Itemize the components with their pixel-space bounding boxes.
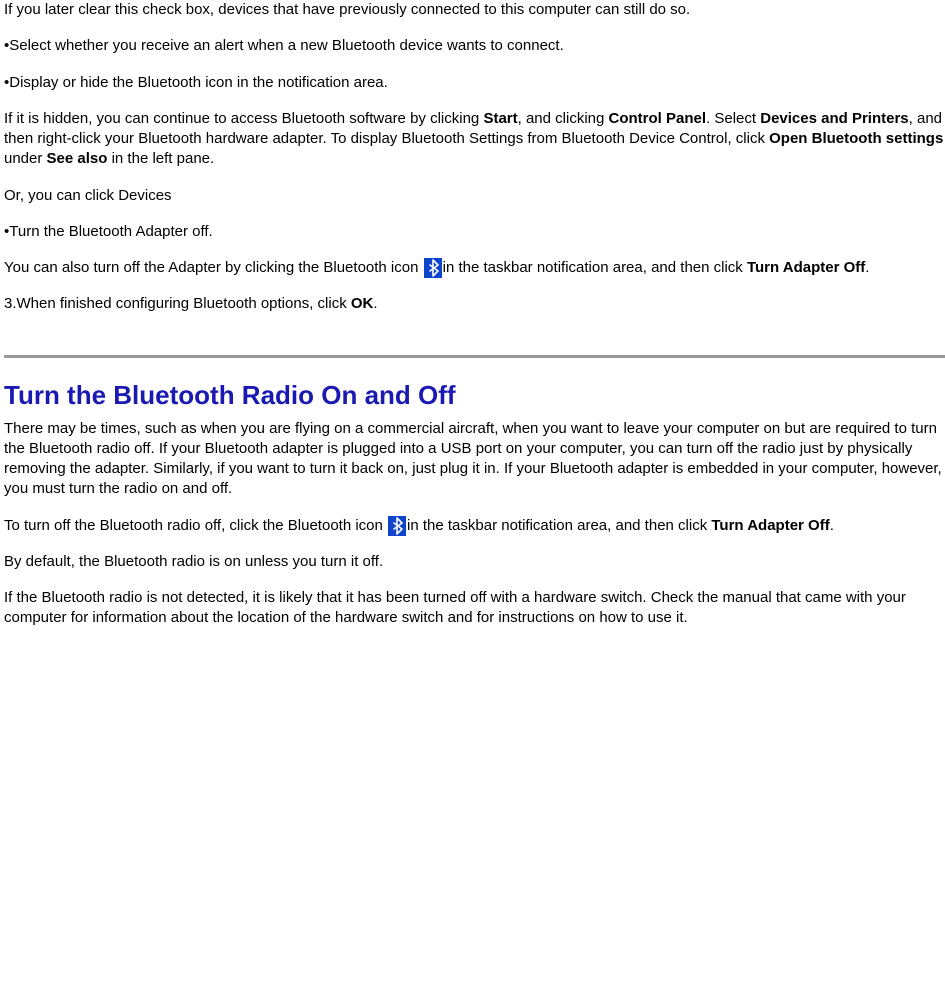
text-bold: Open Bluetooth settings [769, 130, 943, 147]
text: . [830, 517, 834, 534]
paragraph: If you later clear this check box, devic… [4, 0, 945, 20]
paragraph: You can also turn off the Adapter by cli… [4, 258, 945, 278]
paragraph: If the Bluetooth radio is not detected, … [4, 588, 945, 629]
text-bold: Start [483, 110, 517, 127]
paragraph: •Display or hide the Bluetooth icon in t… [4, 73, 945, 93]
text-bold: OK [351, 295, 374, 312]
text: . [373, 295, 377, 312]
paragraph: •Turn the Bluetooth Adapter off. [4, 222, 945, 242]
text: in the taskbar notification area, and th… [443, 259, 747, 276]
text: , and clicking [518, 110, 609, 127]
text-bold: Turn Adapter Off [747, 259, 865, 276]
paragraph: Or, you can click Devices [4, 186, 945, 206]
paragraph: 3.When finished configuring Bluetooth op… [4, 294, 945, 314]
text: . Select [706, 110, 760, 127]
text: . [865, 259, 869, 276]
text: in the taskbar notification area, and th… [407, 517, 711, 534]
text-bold: Devices and Printers [760, 110, 908, 127]
paragraph: There may be times, such as when you are… [4, 419, 945, 500]
paragraph: If it is hidden, you can continue to acc… [4, 109, 945, 170]
bluetooth-icon [424, 258, 442, 278]
paragraph: •Select whether you receive an alert whe… [4, 36, 945, 56]
bluetooth-icon [388, 516, 406, 536]
text: If it is hidden, you can continue to acc… [4, 110, 483, 127]
divider [4, 355, 945, 358]
text-bold: Control Panel [609, 110, 707, 127]
paragraph: To turn off the Bluetooth radio off, cli… [4, 516, 945, 536]
text-bold: See also [47, 150, 108, 167]
text: You can also turn off the Adapter by cli… [4, 259, 423, 276]
paragraph: By default, the Bluetooth radio is on un… [4, 552, 945, 572]
text-bold: Turn Adapter Off [711, 517, 829, 534]
text: in the left pane. [107, 150, 214, 167]
text: To turn off the Bluetooth radio off, cli… [4, 517, 387, 534]
section-heading: Turn the Bluetooth Radio On and Off [4, 378, 945, 413]
text: under [4, 150, 47, 167]
text: 3.When finished configuring Bluetooth op… [4, 295, 351, 312]
